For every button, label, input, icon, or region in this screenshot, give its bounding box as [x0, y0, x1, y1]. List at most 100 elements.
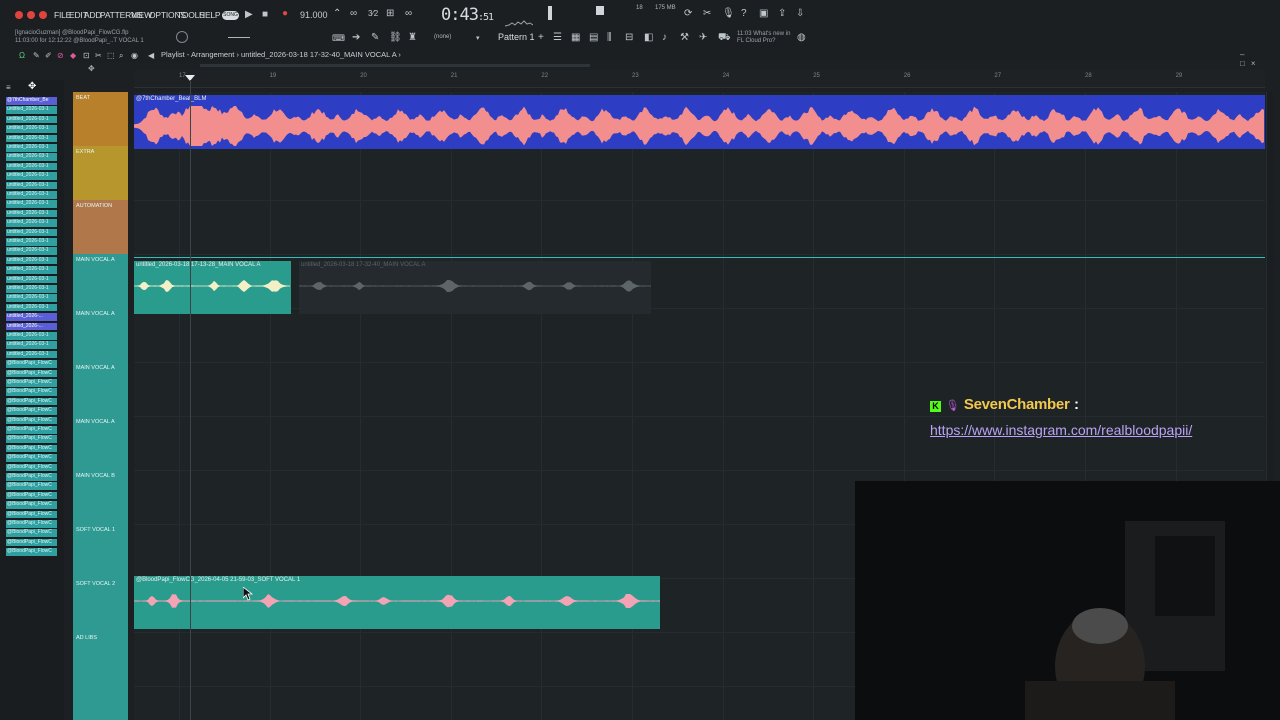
browser-item[interactable]: untitled_2026-03-1	[6, 153, 57, 161]
track-header[interactable]: AUTOMATION	[73, 200, 128, 254]
audio-icon[interactable]: ♪	[662, 32, 667, 44]
browser-item[interactable]: untitled_2026-03-1	[6, 219, 57, 227]
browser-item[interactable]: untitled_2026-03-1	[6, 172, 57, 180]
browser-item[interactable]: @BloodPapi_FlowC	[6, 501, 57, 509]
track-header[interactable]: MAIN VOCAL A	[73, 254, 128, 308]
record-icon[interactable]: ●	[282, 8, 288, 20]
song-mode-toggle[interactable]: SONG	[222, 11, 239, 20]
browser-item[interactable]: untitled_2026-03-1	[6, 275, 57, 284]
zoom-tool-icon[interactable]: ⌕	[119, 50, 123, 62]
track-header[interactable]: SOFT VOCAL 1	[73, 524, 128, 578]
maximize-window-icon[interactable]	[39, 11, 47, 19]
brush-icon[interactable]: ✈	[699, 32, 707, 44]
slip-tool-icon[interactable]: ⊡	[83, 50, 90, 62]
song-position-display[interactable]: 0:43:51	[441, 5, 494, 25]
browser-item[interactable]: @BloodPapi_FlowC	[6, 407, 57, 415]
browser-item[interactable]: untitled_2026-03-1	[6, 256, 57, 265]
browser-item[interactable]: untitled_2026-03-1	[6, 341, 57, 349]
master-pitch-slider[interactable]	[596, 6, 604, 15]
browser-item[interactable]: @BloodPapi_FlowC	[6, 548, 57, 556]
browser-item[interactable]: untitled_2026-03-1	[6, 209, 57, 218]
browser-item[interactable]: untitled_2026-03-1	[6, 191, 57, 199]
pencil-icon[interactable]: ✎	[371, 32, 379, 44]
playback-tool-icon[interactable]: ◉	[131, 50, 138, 62]
browser-item[interactable]: untitled_2026-03-1	[6, 247, 57, 255]
browser-item[interactable]: @BloodPapi_FlowC	[6, 369, 57, 378]
magnet-icon[interactable]: Ω	[19, 50, 25, 62]
browser-item[interactable]: untitled_2026-03-1	[6, 106, 57, 114]
help-icon[interactable]: ?	[741, 8, 747, 20]
browser-item[interactable]: @BloodPapi_FlowC	[6, 463, 57, 472]
metronome-icon[interactable]: ⌃	[333, 8, 341, 20]
add-pattern-icon[interactable]: +	[538, 32, 544, 44]
link-icon[interactable]: ⛓	[389, 32, 402, 44]
track-header[interactable]: BEAT	[73, 92, 128, 146]
refresh-icon[interactable]: ⟳	[684, 8, 692, 20]
browser-item[interactable]: @BloodPapi_FlowC	[6, 454, 57, 462]
browser-item[interactable]: @BloodPapi_FlowC	[6, 360, 57, 368]
browser-item[interactable]: untitled_2026-03-1	[6, 303, 57, 312]
piano-roll-icon[interactable]: ▦	[571, 32, 580, 44]
chat-message-link[interactable]: https://www.instagram.com/realbloodpapii…	[930, 418, 1240, 442]
channel-rack-icon[interactable]: ▤	[589, 32, 598, 44]
browser-item[interactable]: untitled_2026-03-1	[6, 285, 57, 293]
paint-tool-icon[interactable]: ✐	[45, 50, 52, 62]
browser-item[interactable]: untitled_2026-03-1	[6, 200, 57, 208]
stamp-icon[interactable]: ♜	[408, 32, 417, 44]
browser-item[interactable]: untitled_2026-03-1	[6, 350, 57, 359]
tempo-display[interactable]: 91.000	[300, 10, 328, 20]
browser-item[interactable]: @BloodPapi_FlowC	[6, 397, 57, 406]
clip-main-vocal-a[interactable]: untitled_2026-03-18 17-13-28_MAIN VOCAL …	[134, 261, 291, 314]
speaker-icon[interactable]: ◀	[148, 50, 154, 62]
menu-add[interactable]: ADD	[84, 10, 102, 20]
pattern-selector[interactable]: Pattern 1	[498, 32, 535, 42]
master-tempo-slider[interactable]	[228, 37, 250, 38]
export-icon[interactable]: ⇪	[778, 8, 786, 20]
clip-main-vocal-a-ghost[interactable]: untitled_2026-03-18 17-32-40_MAIN VOCAL …	[299, 261, 651, 314]
snap-dropdown-icon[interactable]: ▾	[476, 33, 480, 45]
loop-record-icon[interactable]: ∞	[350, 8, 357, 20]
browser-move-icon[interactable]: ✥	[28, 81, 36, 93]
mute-tool-icon[interactable]: ◆	[70, 50, 76, 62]
pitch-knob[interactable]	[176, 31, 188, 43]
mixer-icon[interactable]: ⊞	[386, 8, 394, 20]
browser-item[interactable]: untitled_2026-...	[6, 313, 57, 321]
browser-item[interactable]: @BloodPapi_FlowC	[6, 520, 57, 528]
cart-icon[interactable]: ⛟	[718, 32, 731, 44]
close-window-icon[interactable]	[15, 11, 23, 19]
zoom-move-icon[interactable]: ✥	[88, 64, 95, 73]
browser-item[interactable]: @BloodPapi_FlowC	[6, 510, 57, 519]
delete-tool-icon[interactable]: ⊘	[57, 50, 64, 62]
browser-item[interactable]: @BloodPapi_FlowC	[6, 416, 57, 425]
browser-item[interactable]: @BloodPapi_FlowC	[6, 529, 57, 537]
track-header[interactable]: AD LIBS	[73, 632, 128, 686]
browser-item[interactable]: untitled_2026-03-1	[6, 294, 57, 302]
browser-item[interactable]: @BloodPapi_FlowC	[6, 435, 57, 443]
browser-list-icon[interactable]: ≡	[6, 82, 11, 94]
tools-icon[interactable]: ⚒	[680, 32, 689, 44]
mixer-view-icon[interactable]: ⫼	[607, 32, 612, 44]
clip-beat[interactable]: @7thChamber_Beat_BLM	[134, 95, 1265, 149]
browser-item[interactable]: untitled_2026-...	[6, 322, 57, 331]
snap-selector[interactable]: (none)	[434, 34, 451, 40]
slice-tool-icon[interactable]: ✂	[95, 50, 102, 62]
master-volume-slider[interactable]	[548, 6, 552, 20]
minimize-window-icon[interactable]	[27, 11, 35, 19]
browser-item[interactable]: @BloodPapi_FlowC	[6, 473, 57, 481]
step-edit-icon[interactable]: 3⁄2	[368, 8, 378, 20]
timeline-ruler[interactable]: 17 19 20 21 22 23 24 25 26 27 28 29	[134, 70, 1265, 88]
draw-tool-icon[interactable]: ✎	[33, 50, 40, 62]
browser-item[interactable]: untitled_2026-03-1	[6, 125, 57, 133]
browser-item[interactable]: untitled_2026-03-1	[6, 238, 57, 246]
keyboard-icon[interactable]: ⌨	[332, 32, 345, 44]
browser-item[interactable]: untitled_2026-03-1	[6, 134, 57, 143]
playlist-icon[interactable]: ☰	[553, 32, 562, 44]
browser-item[interactable]: @BloodPapi_FlowC	[6, 444, 57, 453]
stop-icon[interactable]: ■	[262, 9, 268, 21]
track-header[interactable]: MAIN VOCAL A	[73, 416, 128, 470]
browser-item[interactable]: @BloodPapi_FlowC	[6, 538, 57, 547]
browser-item[interactable]: untitled_2026-03-1	[6, 144, 57, 152]
browser-item[interactable]: @BloodPapi_FlowC	[6, 426, 57, 434]
play-icon[interactable]: ▶	[245, 9, 253, 21]
browser-item[interactable]: untitled_2026-03-1	[6, 332, 57, 340]
